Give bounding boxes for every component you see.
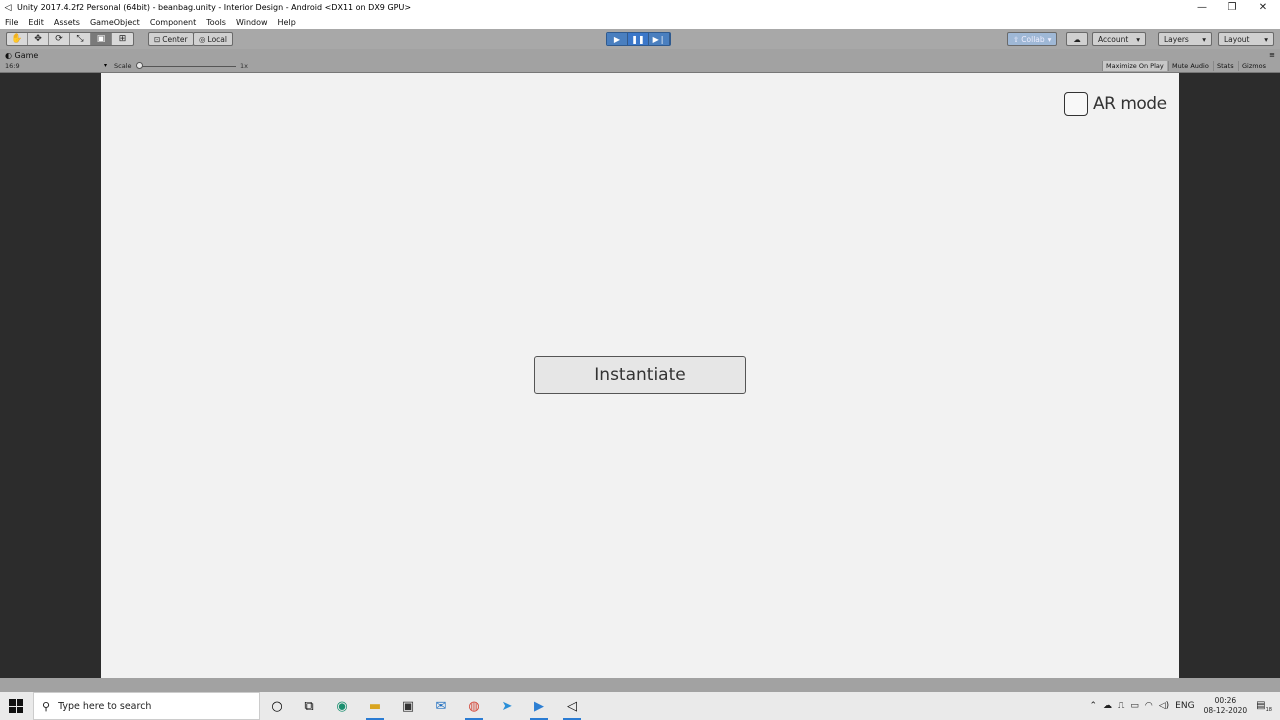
game-tab-label: Game bbox=[14, 51, 39, 60]
battery-icon[interactable]: ▭ bbox=[1130, 701, 1139, 711]
unity-logo-icon: ◁ bbox=[4, 2, 12, 13]
cloud-button[interactable]: ☁ bbox=[1066, 32, 1088, 46]
hand-tool-icon[interactable]: ✋ bbox=[7, 33, 28, 45]
language-indicator[interactable]: ENG bbox=[1175, 701, 1194, 711]
chevron-down-icon: ▾ bbox=[1136, 34, 1140, 44]
minimize-button[interactable]: — bbox=[1187, 0, 1217, 15]
rect-tool-icon[interactable]: ▣ bbox=[91, 33, 112, 45]
move-tool-icon[interactable]: ✥ bbox=[28, 33, 49, 45]
chrome-icon[interactable]: ◍ bbox=[463, 696, 485, 720]
menu-window[interactable]: Window bbox=[236, 18, 268, 27]
account-dropdown[interactable]: Account ▾ bbox=[1092, 32, 1146, 46]
layout-label: Layout bbox=[1224, 34, 1250, 44]
pivot-center-button[interactable]: ⊡ Center bbox=[148, 32, 194, 46]
telegram-icon[interactable]: ➤ bbox=[496, 696, 518, 716]
collab-button[interactable]: ⇧ Collab ▾ bbox=[1007, 32, 1058, 46]
mute-audio-toggle[interactable]: Mute Audio bbox=[1168, 61, 1212, 71]
close-button[interactable]: ✕ bbox=[1248, 0, 1278, 15]
game-tab-icon: ◐ bbox=[5, 51, 12, 60]
taskbar-clock[interactable]: 00:26 08-12-2020 bbox=[1204, 696, 1248, 716]
search-placeholder: Type here to search bbox=[58, 700, 152, 712]
show-hidden-icons-icon[interactable]: ⌃ bbox=[1090, 701, 1098, 711]
layers-label: Layers bbox=[1164, 34, 1189, 44]
play-controls: ▶ ❚❚ ▶❘ bbox=[606, 32, 671, 46]
main-toolbar: ✋ ✥ ⟳ ⤡ ▣ ⊞ ⊡ Center ◎ Local ▶ ❚❚ ▶❘ ⇧ C… bbox=[0, 29, 1280, 49]
tab-menu-icon[interactable]: ≡ bbox=[1269, 51, 1275, 59]
windows-start-icon[interactable] bbox=[9, 699, 23, 713]
volume-icon[interactable]: ◁) bbox=[1159, 701, 1169, 711]
game-view-header: ◐ Game ≡ 16:9 ▾ Scale 1x Maximize On Pla… bbox=[0, 49, 1280, 73]
menu-assets[interactable]: Assets bbox=[54, 18, 80, 27]
restore-button[interactable]: ❐ bbox=[1217, 0, 1247, 15]
aspect-dropdown[interactable]: 16:9 bbox=[5, 62, 20, 70]
gizmos-dropdown[interactable]: Gizmos bbox=[1238, 61, 1269, 71]
usb-icon[interactable]: ⎍ bbox=[1118, 701, 1124, 711]
store-icon[interactable]: ▣ bbox=[397, 696, 419, 716]
step-icon[interactable]: ▶❘ bbox=[649, 33, 670, 45]
game-tab[interactable]: ◐ Game bbox=[5, 51, 38, 60]
play-icon[interactable]: ▶ bbox=[607, 33, 628, 45]
chevron-down-icon: ▾ bbox=[1264, 34, 1268, 44]
pivot-local-label: Local bbox=[207, 34, 227, 44]
status-bar bbox=[0, 678, 1280, 692]
edge-browser-icon[interactable]: ◉ bbox=[331, 696, 353, 716]
windows-taskbar: ⚲ Type here to search ○ ⧉ ◉ ▬ ▣ ✉ ◍ ➤ ▶ … bbox=[0, 692, 1280, 720]
scale-slider-track[interactable] bbox=[138, 66, 236, 67]
layers-dropdown[interactable]: Layers ▾ bbox=[1158, 32, 1212, 46]
taskbar-search-box[interactable]: ⚲ Type here to search bbox=[33, 692, 260, 720]
unity-taskbar-icon[interactable]: ◁ bbox=[561, 696, 583, 720]
pivot-center-label: Center bbox=[162, 34, 188, 44]
file-explorer-icon[interactable]: ▬ bbox=[364, 696, 386, 720]
clock-time: 00:26 bbox=[1214, 696, 1237, 705]
action-center-icon[interactable]: ▤18 bbox=[1256, 700, 1272, 713]
aspect-label: 16:9 bbox=[5, 62, 20, 70]
menu-bar: File Edit Assets GameObject Component To… bbox=[0, 15, 1280, 29]
menu-file[interactable]: File bbox=[5, 18, 18, 27]
stats-toggle[interactable]: Stats bbox=[1213, 61, 1237, 71]
ar-mode-checkbox[interactable] bbox=[1064, 92, 1088, 116]
account-label: Account bbox=[1098, 34, 1129, 44]
menu-component[interactable]: Component bbox=[150, 18, 196, 27]
scale-value: 1x bbox=[240, 62, 248, 70]
collab-label: Collab bbox=[1021, 34, 1045, 44]
chevron-down-icon: ▾ bbox=[1202, 34, 1206, 44]
chevron-down-icon: ▾ bbox=[1047, 34, 1052, 44]
system-tray: ⌃ ☁ ⎍ ▭ ◠ ◁) ENG 00:26 08-12-2020 ▤18 bbox=[1087, 692, 1280, 720]
media-player-icon[interactable]: ▶ bbox=[528, 696, 550, 720]
scale-tool-icon[interactable]: ⤡ bbox=[70, 33, 91, 45]
task-view-icon[interactable]: ⧉ bbox=[298, 696, 320, 716]
search-icon: ⚲ bbox=[42, 699, 51, 713]
ar-mode-toggle[interactable]: AR mode bbox=[1064, 92, 1167, 116]
pivot-local-button[interactable]: ◎ Local bbox=[193, 32, 233, 46]
transform-tools: ✋ ✥ ⟳ ⤡ ▣ ⊞ bbox=[6, 32, 134, 46]
wifi-icon[interactable]: ◠ bbox=[1145, 701, 1153, 711]
collab-icon: ⇧ bbox=[1013, 34, 1020, 44]
mail-icon[interactable]: ✉ bbox=[430, 696, 452, 716]
menu-edit[interactable]: Edit bbox=[28, 18, 44, 27]
ar-mode-label: AR mode bbox=[1093, 94, 1167, 114]
pivot-center-icon: ⊡ bbox=[154, 34, 161, 44]
scale-slider-handle[interactable] bbox=[136, 62, 143, 69]
menu-tools[interactable]: Tools bbox=[206, 18, 226, 27]
instantiate-button[interactable]: Instantiate bbox=[534, 356, 746, 394]
window-titlebar: ◁ Unity 2017.4.2f2 Personal (64bit) - be… bbox=[0, 0, 1280, 15]
game-viewport: AR mode Instantiate bbox=[101, 73, 1179, 678]
transform-tool-icon[interactable]: ⊞ bbox=[112, 33, 133, 45]
cortana-icon[interactable]: ○ bbox=[266, 696, 288, 716]
notification-count: 18 bbox=[1265, 706, 1272, 713]
chevron-down-icon: ▾ bbox=[104, 62, 108, 69]
onedrive-icon[interactable]: ☁ bbox=[1103, 701, 1112, 711]
cloud-icon: ☁ bbox=[1073, 34, 1081, 44]
window-title: Unity 2017.4.2f2 Personal (64bit) - bean… bbox=[17, 3, 412, 12]
menu-gameobject[interactable]: GameObject bbox=[90, 18, 140, 27]
maximize-on-play-toggle[interactable]: Maximize On Play bbox=[1102, 61, 1167, 71]
pause-icon[interactable]: ❚❚ bbox=[628, 33, 649, 45]
rotate-tool-icon[interactable]: ⟳ bbox=[49, 33, 70, 45]
scale-label: Scale bbox=[114, 62, 132, 70]
menu-help[interactable]: Help bbox=[278, 18, 296, 27]
clock-date: 08-12-2020 bbox=[1203, 706, 1248, 715]
pivot-local-icon: ◎ bbox=[199, 34, 206, 44]
layout-dropdown[interactable]: Layout ▾ bbox=[1218, 32, 1274, 46]
